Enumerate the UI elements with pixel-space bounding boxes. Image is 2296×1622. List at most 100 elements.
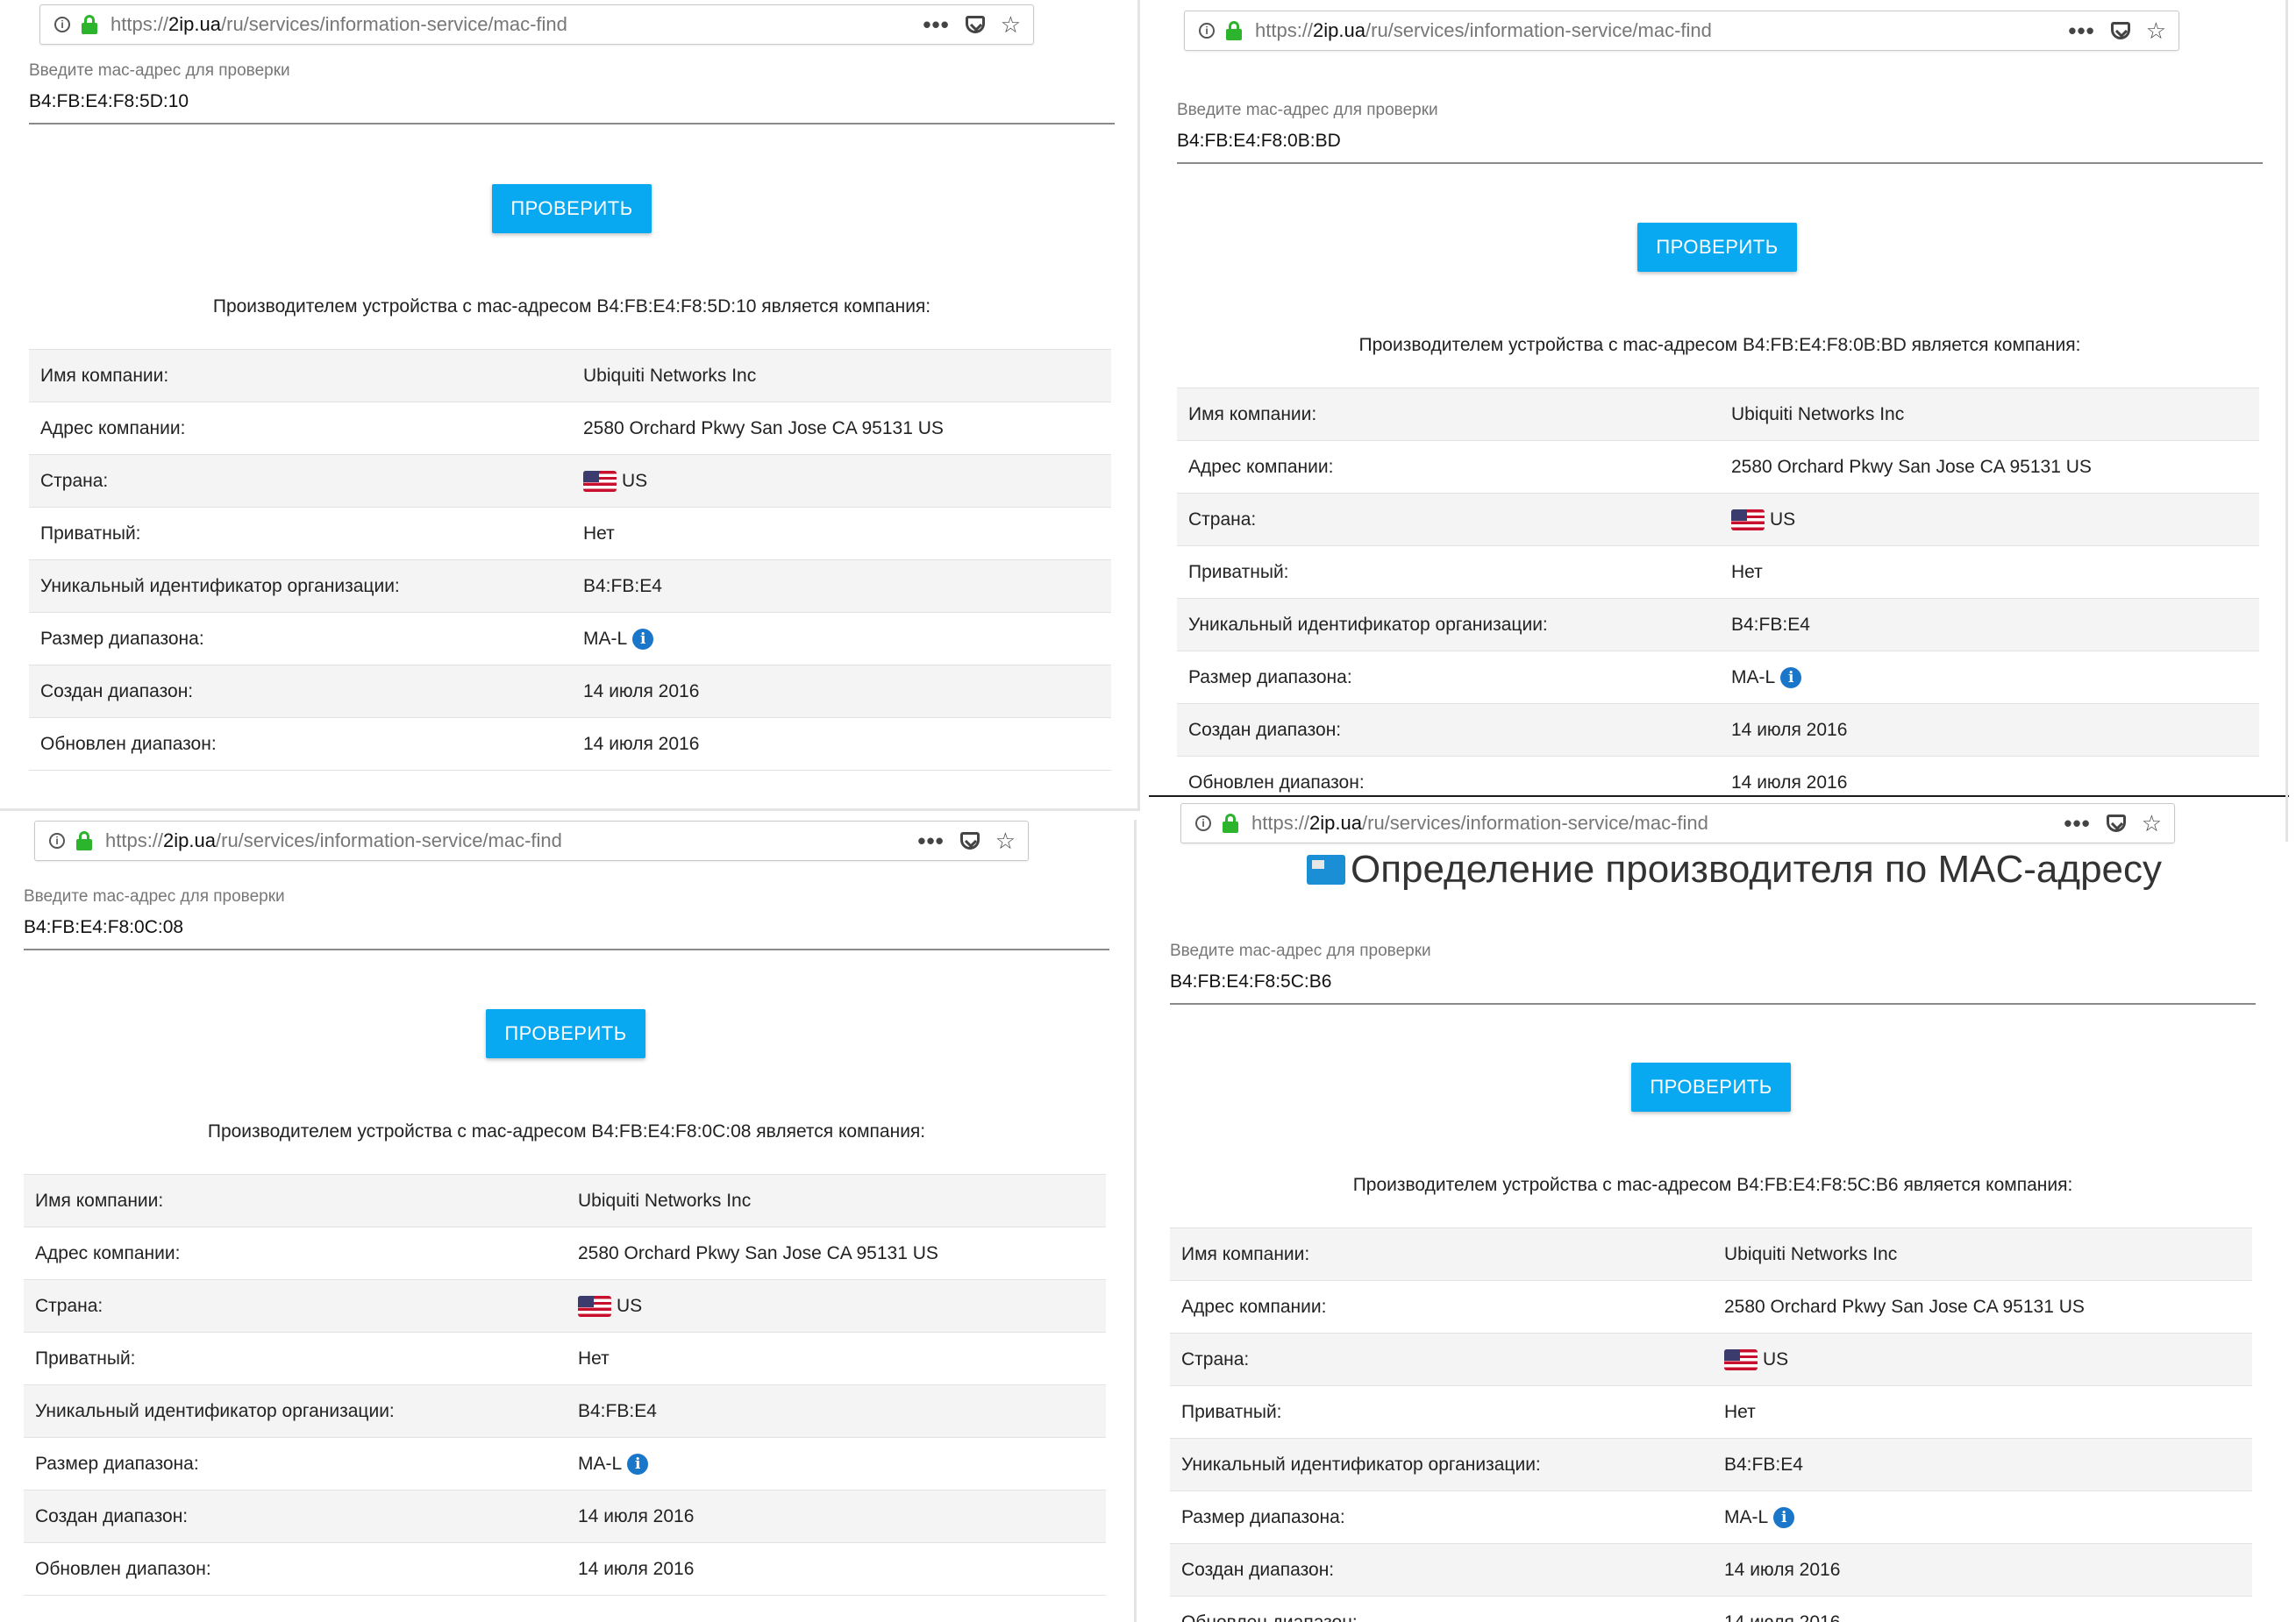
address-bar[interactable]: i https://2ip.ua/ru/services/information… — [34, 821, 1029, 861]
check-button[interactable]: ПРОВЕРИТЬ — [492, 184, 652, 233]
company-value: Ubiquiti Networks Inc — [1731, 403, 1905, 424]
table-row: Размер диапазона: MA-L i — [1177, 651, 2259, 703]
table-row: Приватный: Нет — [24, 1332, 1106, 1384]
pocket-icon[interactable] — [965, 16, 985, 33]
info-icon[interactable]: i — [632, 628, 654, 650]
oui-value: B4:FB:E4 — [578, 1400, 657, 1421]
panel-3: i https://2ip.ua/ru/services/information… — [0, 820, 1136, 1622]
mac-input-label: Введите mac-адрес для проверки — [29, 61, 290, 80]
info-icon[interactable]: i — [54, 17, 70, 32]
star-icon[interactable]: ☆ — [1001, 11, 1021, 39]
table-row: Имя компании: Ubiquiti Networks Inc — [29, 349, 1111, 402]
range-size-text: MA-L — [1731, 666, 1776, 687]
divider — [2285, 0, 2288, 842]
table-row: Обновлен диапазон: 14 июля 2016 — [1177, 756, 2259, 798]
table-row: Уникальный идентификатор организации: B4:… — [1170, 1438, 2252, 1490]
more-icon[interactable]: ••• — [923, 13, 949, 36]
check-button[interactable]: ПРОВЕРИТЬ — [486, 1009, 645, 1058]
row-label: Размер диапазона: — [1181, 1506, 1345, 1527]
updated-value: 14 июля 2016 — [578, 1558, 695, 1579]
table-row: Обновлен диапазон: 14 июля 2016 — [1170, 1596, 2252, 1622]
info-icon[interactable]: i — [1780, 666, 1802, 688]
lock-icon[interactable] — [75, 831, 93, 850]
country-code: US — [622, 470, 648, 491]
row-label: Уникальный идентификатор организации: — [35, 1400, 395, 1421]
pocket-icon[interactable] — [959, 832, 980, 850]
company-value: Ubiquiti Networks Inc — [578, 1190, 752, 1211]
row-label: Страна: — [1188, 509, 1257, 530]
range-size-text: MA-L — [578, 1453, 623, 1474]
mac-input[interactable]: B4:FB:E4:F8:0B:BD — [1177, 131, 2263, 164]
mac-input-label: Введите mac-адрес для проверки — [1170, 942, 1431, 960]
country-value: US — [1731, 509, 1795, 530]
info-icon[interactable]: i — [49, 833, 65, 849]
row-label: Приватный: — [35, 1348, 136, 1369]
url-text[interactable]: https://2ip.ua/ru/services/information-s… — [1255, 19, 2068, 42]
private-value: Нет — [1724, 1401, 1756, 1422]
range-size-text: MA-L — [583, 628, 628, 649]
more-icon[interactable]: ••• — [2064, 812, 2090, 835]
table-row: Имя компании: Ubiquiti Networks Inc — [1177, 388, 2259, 440]
address-bar[interactable]: i https://2ip.ua/ru/services/information… — [39, 4, 1034, 45]
table-row: Уникальный идентификатор организации: B4:… — [29, 559, 1111, 612]
divider — [1134, 820, 1137, 1622]
url-text[interactable]: https://2ip.ua/ru/services/information-s… — [111, 13, 923, 36]
mac-input[interactable]: B4:FB:E4:F8:5D:10 — [29, 91, 1115, 124]
table-row: Приватный: Нет — [1177, 545, 2259, 598]
table-row: Приватный: Нет — [1170, 1385, 2252, 1438]
star-icon[interactable]: ☆ — [2146, 18, 2166, 45]
mac-input-label: Введите mac-адрес для проверки — [1177, 101, 1438, 119]
table-row: Размер диапазона: MA-L i — [1170, 1490, 2252, 1543]
info-icon[interactable]: i — [1773, 1506, 1795, 1528]
row-label: Страна: — [1181, 1348, 1250, 1369]
oui-value: B4:FB:E4 — [1724, 1454, 1803, 1475]
row-label: Приватный: — [1181, 1401, 1282, 1422]
pocket-icon[interactable] — [2110, 22, 2130, 39]
row-label: Создан диапазон: — [1181, 1559, 1335, 1580]
url-text[interactable]: https://2ip.ua/ru/services/information-s… — [1251, 812, 2064, 835]
lock-icon[interactable] — [1222, 814, 1239, 833]
table-row: Размер диапазона: MA-L i — [29, 612, 1111, 665]
panel-1: i https://2ip.ua/ru/services/information… — [0, 0, 1140, 811]
info-table: Имя компании: Ubiquiti Networks Inc Адрес… — [1170, 1227, 2252, 1622]
private-value: Нет — [1731, 561, 1763, 582]
table-row: Создан диапазон: 14 июля 2016 — [1170, 1543, 2252, 1596]
country-code: US — [1770, 509, 1796, 530]
info-icon[interactable]: i — [1199, 23, 1215, 39]
address-bar[interactable]: i https://2ip.ua/ru/services/information… — [1184, 11, 2179, 51]
star-icon[interactable]: ☆ — [995, 828, 1016, 855]
info-icon[interactable]: i — [1195, 815, 1211, 831]
range-size-value: MA-L i — [1731, 666, 1802, 688]
mac-input[interactable]: B4:FB:E4:F8:0C:08 — [24, 917, 1109, 950]
more-icon[interactable]: ••• — [2068, 19, 2094, 42]
lock-icon[interactable] — [81, 15, 98, 34]
address-bar[interactable]: i https://2ip.ua/ru/services/information… — [1180, 803, 2175, 843]
pocket-icon[interactable] — [2106, 815, 2126, 832]
row-label: Адрес компании: — [1181, 1296, 1327, 1317]
lock-icon[interactable] — [1225, 21, 1243, 40]
table-row: Имя компании: Ubiquiti Networks Inc — [24, 1174, 1106, 1227]
table-row: Адрес компании: 2580 Orchard Pkwy San Jos… — [1170, 1280, 2252, 1333]
more-icon[interactable]: ••• — [917, 829, 944, 852]
table-row: Имя компании: Ubiquiti Networks Inc — [1170, 1227, 2252, 1280]
table-row: Страна: US — [1170, 1333, 2252, 1385]
mac-input[interactable]: B4:FB:E4:F8:5C:B6 — [1170, 971, 2256, 1005]
row-label: Адрес компании: — [40, 417, 186, 438]
updated-value: 14 июля 2016 — [1724, 1611, 1841, 1622]
result-text: Производителем устройства с mac-адресом … — [212, 296, 931, 317]
url-text[interactable]: https://2ip.ua/ru/services/information-s… — [105, 829, 917, 852]
check-button[interactable]: ПРОВЕРИТЬ — [1631, 1063, 1791, 1112]
country-value: US — [583, 470, 648, 492]
check-button[interactable]: ПРОВЕРИТЬ — [1637, 223, 1797, 272]
row-label: Имя компании: — [35, 1190, 164, 1211]
info-icon[interactable]: i — [627, 1453, 649, 1475]
company-value: Ubiquiti Networks Inc — [583, 365, 757, 386]
row-label: Создан диапазон: — [40, 680, 194, 701]
table-row: Страна: US — [1177, 493, 2259, 545]
table-row: Создан диапазон: 14 июля 2016 — [29, 665, 1111, 717]
range-size-value: MA-L i — [578, 1453, 649, 1475]
table-row: Размер диапазона: MA-L i — [24, 1437, 1106, 1490]
star-icon[interactable]: ☆ — [2142, 810, 2162, 837]
created-value: 14 июля 2016 — [1724, 1559, 1841, 1580]
result-text: Производителем устройства с mac-адресом … — [1352, 1175, 2073, 1195]
